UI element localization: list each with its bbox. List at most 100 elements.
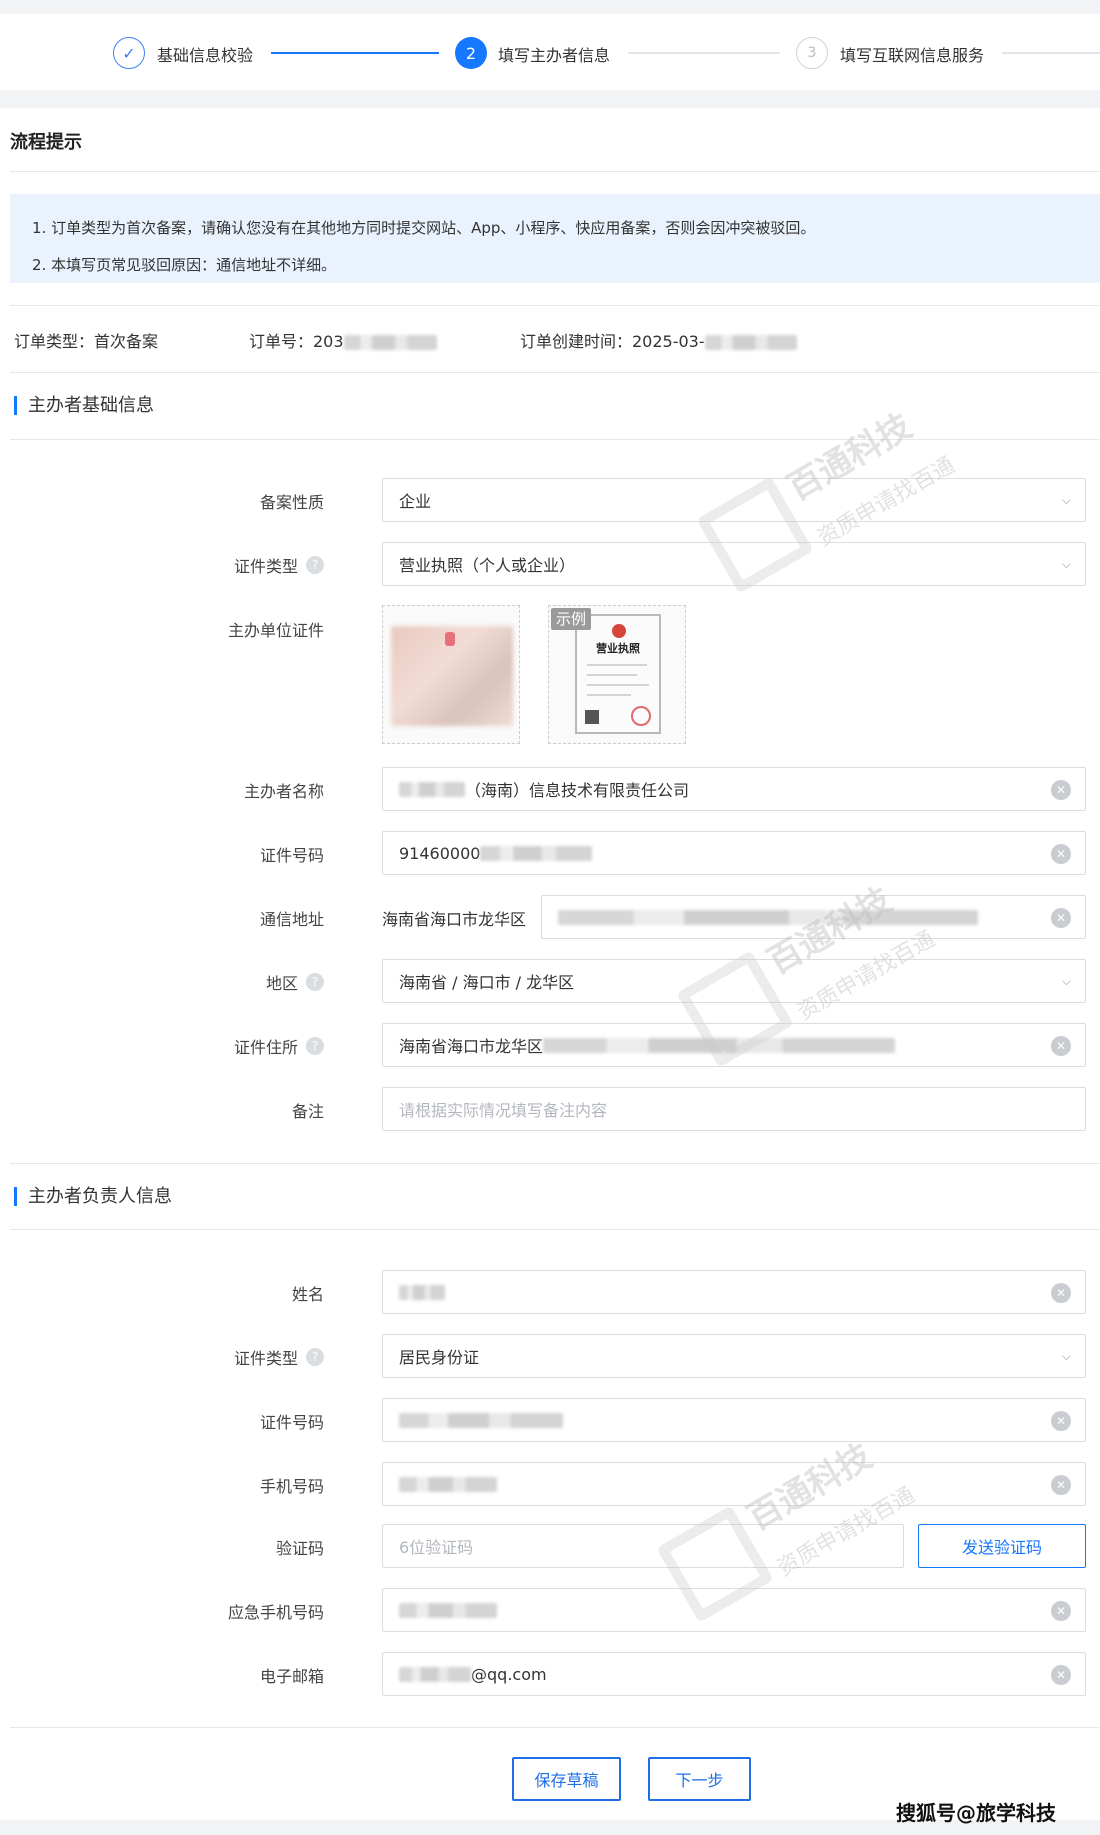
cert-number-input[interactable]: 91460000 ✕ [382,831,1086,875]
company-name-value: （海南）信息技术有限责任公司 [465,781,690,800]
person-id-type-label-text: 证件类型 [233,1349,298,1368]
remark-label: 备注 [292,1098,324,1122]
region-value: 海南省 / 海口市 / 龙华区 [399,973,575,992]
person-id-no-label: 证件号码 [260,1409,324,1433]
redacted-block [399,781,465,797]
order-created-text: 订单创建时间：2025-03- [520,332,705,351]
redacted-block [399,1666,471,1682]
nature-value: 企业 [399,492,432,511]
redacted-block [558,909,978,925]
send-code-button[interactable]: 发送验证码 [918,1524,1086,1568]
tips-title: 流程提示 [10,132,82,153]
emblem-icon [612,624,626,638]
region-label: 地区? [266,970,324,994]
remark-input[interactable]: 请根据实际情况填写备注内容 [382,1087,1086,1131]
doc-label-text: 主办单位证件 [227,621,324,640]
help-icon[interactable]: ? [306,1037,324,1055]
id-type-label: 证件类型? [234,553,324,577]
order-number-text: 订单号：203 [249,332,344,351]
cert-no-label-text: 证件号码 [259,846,324,865]
verification-code-input[interactable]: 6位验证码 [382,1524,904,1568]
nature-label: 备案性质 [260,489,324,513]
clear-icon[interactable]: ✕ [1051,1601,1071,1621]
redacted-block [343,335,437,350]
chevron-down-icon: ⌵ [1061,974,1071,988]
redacted-block [704,335,797,350]
emergency-label: 应急手机号码 [228,1599,324,1623]
person-name-input[interactable]: ✕ [382,1270,1086,1314]
pin-icon [445,632,455,646]
cert-text-line [587,674,637,676]
sample-certificate: 营业执照 [575,614,661,734]
save-draft-button[interactable]: 保存草稿 [512,1757,621,1801]
person-name-label: 姓名 [292,1281,324,1305]
help-icon[interactable]: ? [306,556,324,574]
address-label-text: 通信地址 [259,910,324,929]
email-input[interactable]: @qq.com ✕ [382,1652,1086,1696]
step-1-label: 基础信息校验 [157,46,254,65]
remark-label-text: 备注 [291,1102,324,1121]
divider [10,1163,1100,1164]
section-title-basic: 主办者基础信息 [14,396,154,415]
seal-icon [631,706,651,726]
divider [10,439,1100,440]
cert-address-value: 海南省海口市龙华区 [399,1037,544,1056]
cert-no-label: 证件号码 [260,842,324,866]
company-name-input[interactable]: （海南）信息技术有限责任公司 ✕ [382,767,1086,811]
name-label-text: 主办者名称 [243,782,324,801]
notice-line-1: 1. 订单类型为首次备案，请确认您没有在其他地方同时提交网站、App、小程序、快… [32,219,816,237]
nature-label-text: 备案性质 [259,493,324,512]
sample-badge: 示例 [551,608,592,630]
sample-license[interactable]: 营业执照 示例 [548,605,686,744]
help-icon[interactable]: ? [306,973,324,991]
emergency-label-text: 应急手机号码 [227,1603,324,1622]
code-label-text: 验证码 [275,1539,324,1558]
person-id-number-input[interactable]: ✕ [382,1398,1086,1442]
address-detail-input[interactable]: ✕ [541,895,1086,939]
clear-icon[interactable]: ✕ [1051,844,1071,864]
qr-code-icon [585,710,599,724]
cert-addr-label-text: 证件住所 [233,1038,298,1057]
notice-line-2: 2. 本填写页常见驳回原因：通信地址不详细。 [32,256,337,274]
clear-icon[interactable]: ✕ [1051,1665,1071,1685]
next-step-button[interactable]: 下一步 [648,1757,751,1801]
step-2-label: 填写主办者信息 [498,46,611,65]
divider [10,372,1100,373]
doc-label: 主办单位证件 [228,617,324,641]
step-connector-done [271,52,439,54]
phone-label-text: 手机号码 [259,1477,324,1496]
person-id-type-label: 证件类型? [234,1345,324,1369]
divider [10,1229,1100,1230]
step-1-check-icon: ✓ [113,37,145,69]
divider [10,171,1100,172]
step-3-number: 3 [796,37,828,69]
id-type-label-text: 证件类型 [233,557,298,576]
section-title-person: 主办者负责人信息 [14,1187,172,1206]
step-3-label: 填写互联网信息服务 [840,46,985,65]
clear-icon[interactable]: ✕ [1051,908,1071,928]
cert-text-line [587,664,647,666]
person-id-no-label-text: 证件号码 [259,1413,324,1432]
redacted-block [399,1412,563,1428]
clear-icon[interactable]: ✕ [1051,1036,1071,1056]
divider [10,1727,1100,1728]
address-label: 通信地址 [260,906,324,930]
address-prefix: 海南省海口市龙华区 [382,910,527,929]
chevron-down-icon: ⌵ [1061,493,1071,507]
phone-label: 手机号码 [260,1473,324,1497]
sample-cert-title: 营业执照 [596,642,640,655]
license-upload[interactable] [382,605,520,744]
person-id-type-select[interactable]: 居民身份证 ⌵ [382,1334,1086,1378]
clear-icon[interactable]: ✕ [1051,1283,1071,1303]
clear-icon[interactable]: ✕ [1051,1411,1071,1431]
redacted-block [399,1284,445,1300]
order-type: 订单类型：首次备案 [14,332,159,351]
clear-icon[interactable]: ✕ [1051,780,1071,800]
clear-icon[interactable]: ✕ [1051,1475,1071,1495]
phone-input[interactable]: ✕ [382,1462,1086,1506]
redacted-block [399,1476,497,1492]
order-number: 订单号：203 [249,328,437,352]
chevron-down-icon: ⌵ [1061,1349,1071,1363]
cert-addr-label: 证件住所? [234,1034,324,1058]
help-icon[interactable]: ? [306,1348,324,1366]
